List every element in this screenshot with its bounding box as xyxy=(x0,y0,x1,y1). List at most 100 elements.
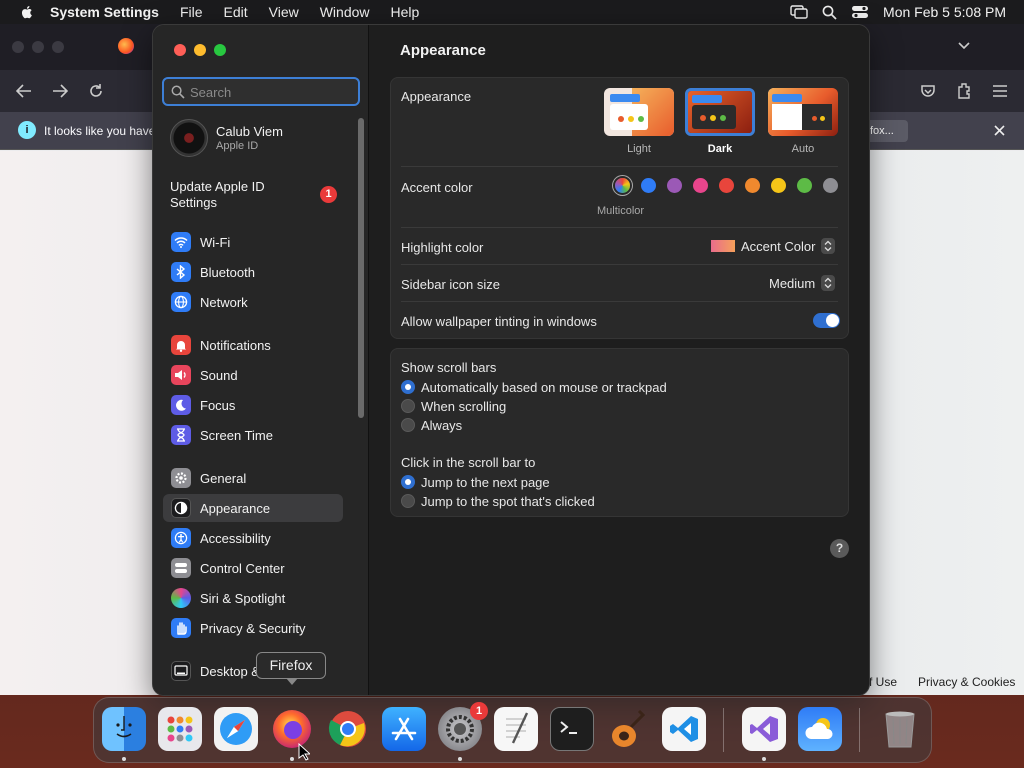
sidebar-item-bluetooth[interactable]: Bluetooth xyxy=(163,258,343,286)
menu-file[interactable]: File xyxy=(180,4,203,20)
accent-purple-swatch[interactable] xyxy=(667,178,682,193)
minimize-window-button[interactable] xyxy=(194,44,206,56)
dock-garageband-icon[interactable] xyxy=(606,707,650,751)
search-input[interactable] xyxy=(190,83,350,101)
control-center-menu-icon[interactable] xyxy=(851,5,869,19)
dock: 1 xyxy=(93,697,932,763)
forward-arrow-icon[interactable] xyxy=(52,84,68,98)
screen-mirroring-icon[interactable] xyxy=(790,5,808,19)
sidebar-item-focus[interactable]: Focus xyxy=(163,391,343,419)
scroll-auto-label[interactable]: Automatically based on mouse or trackpad xyxy=(421,380,667,395)
globe-icon xyxy=(171,292,191,312)
speaker-icon xyxy=(171,365,191,385)
sidebar-item-siri-spotlight[interactable]: Siri & Spotlight xyxy=(163,584,343,612)
scroll-auto-radio[interactable] xyxy=(401,380,415,394)
stepper-arrows-icon xyxy=(821,238,836,254)
dock-trash-icon[interactable] xyxy=(878,707,922,751)
accent-graphite-swatch[interactable] xyxy=(823,178,838,193)
scroll-bar-settings-group: Show scroll bars Automatically based on … xyxy=(390,348,849,517)
sidebar-item-accessibility[interactable]: Accessibility xyxy=(163,524,343,552)
scroll-always-label[interactable]: Always xyxy=(421,418,462,433)
click-spot-radio[interactable] xyxy=(401,494,415,508)
click-spot-label[interactable]: Jump to the spot that's clicked xyxy=(421,494,595,509)
menu-app-name[interactable]: System Settings xyxy=(50,4,159,20)
update-badge: 1 xyxy=(320,186,337,203)
appearance-auto-option[interactable] xyxy=(768,88,838,136)
page-title: Appearance xyxy=(400,42,486,59)
close-icon[interactable] xyxy=(994,125,1005,136)
accent-green-swatch[interactable] xyxy=(797,178,812,193)
system-settings-badge: 1 xyxy=(470,702,488,720)
highlight-swatch xyxy=(711,240,735,252)
dock-weather-icon[interactable] xyxy=(798,707,842,751)
menu-help[interactable]: Help xyxy=(391,4,420,20)
appearance-light-option[interactable] xyxy=(604,88,674,136)
dock-textedit-icon[interactable] xyxy=(494,707,538,751)
dock-finder-icon[interactable] xyxy=(102,707,146,751)
back-arrow-icon[interactable] xyxy=(16,84,32,98)
dock-chrome-icon[interactable] xyxy=(326,707,370,751)
update-apple-id-item[interactable]: Update Apple ID Settings xyxy=(170,179,310,211)
sidebar-item-sound[interactable]: Sound xyxy=(163,361,343,389)
search-field[interactable] xyxy=(162,77,360,106)
sidebar-scrollbar[interactable] xyxy=(358,118,364,418)
menu-window[interactable]: Window xyxy=(320,4,370,20)
pocket-icon[interactable] xyxy=(920,83,936,99)
sidebar-item-control-center[interactable]: Control Center xyxy=(163,554,343,582)
reload-icon[interactable] xyxy=(88,83,104,99)
bell-icon xyxy=(171,335,191,355)
window-controls-inactive xyxy=(12,41,64,53)
hamburger-menu-icon[interactable] xyxy=(992,84,1008,98)
accent-red-swatch[interactable] xyxy=(719,178,734,193)
extensions-icon[interactable] xyxy=(956,82,972,100)
avatar[interactable] xyxy=(170,119,208,157)
chevron-down-icon[interactable] xyxy=(957,41,971,51)
sidebar-item-notifications[interactable]: Notifications xyxy=(163,331,343,359)
dock-visual-studio-icon[interactable] xyxy=(742,707,786,751)
sidebar-item-appearance[interactable]: Appearance xyxy=(163,494,343,522)
accent-blue-swatch[interactable] xyxy=(641,178,656,193)
menu-bar: System Settings File Edit View Window He… xyxy=(0,0,1024,24)
divider xyxy=(401,264,838,265)
dock-vscode-icon[interactable] xyxy=(662,707,706,751)
menu-view[interactable]: View xyxy=(269,4,299,20)
dock-app-store-icon[interactable] xyxy=(382,707,426,751)
spotlight-search-icon[interactable] xyxy=(822,5,837,20)
dock-safari-icon[interactable] xyxy=(214,707,258,751)
dock-terminal-icon[interactable] xyxy=(550,707,594,751)
wallpaper-tinting-toggle[interactable] xyxy=(813,313,840,328)
appearance-dark-option[interactable] xyxy=(685,88,755,136)
footer-link-terms[interactable]: f Use xyxy=(869,675,897,689)
menu-clock[interactable]: Mon Feb 5 5:08 PM xyxy=(883,4,1006,20)
zoom-window-button[interactable] xyxy=(214,44,226,56)
sidebar-item-wifi[interactable]: Wi-Fi xyxy=(163,228,343,256)
accent-yellow-swatch[interactable] xyxy=(771,178,786,193)
click-next-page-label[interactable]: Jump to the next page xyxy=(421,475,550,490)
sidebar-item-general[interactable]: General xyxy=(163,464,343,492)
hourglass-icon xyxy=(171,425,191,445)
accent-multicolor-swatch[interactable] xyxy=(615,178,630,193)
sidebar-item-screen-time[interactable]: Screen Time xyxy=(163,421,343,449)
footer-link-privacy[interactable]: Privacy & Cookies xyxy=(918,675,1015,689)
account-name[interactable]: Calub Viem xyxy=(216,124,283,139)
close-window-button[interactable] xyxy=(174,44,186,56)
apple-menu-icon[interactable] xyxy=(18,3,36,21)
dock-separator xyxy=(723,708,724,752)
firefox-tab-icon[interactable] xyxy=(118,38,134,54)
accent-orange-swatch[interactable] xyxy=(745,178,760,193)
help-button[interactable]: ? xyxy=(830,539,849,558)
sidebar-item-network[interactable]: Network xyxy=(163,288,343,316)
scroll-when-scrolling-radio[interactable] xyxy=(401,399,415,413)
highlight-color-popup[interactable]: Accent Color xyxy=(711,238,836,254)
gear-icon xyxy=(171,468,191,488)
scroll-when-scrolling-label[interactable]: When scrolling xyxy=(421,399,506,414)
menu-edit[interactable]: Edit xyxy=(224,4,248,20)
scroll-always-radio[interactable] xyxy=(401,418,415,432)
click-next-page-radio[interactable] xyxy=(401,475,415,489)
sidebar-item-privacy-security[interactable]: Privacy & Security xyxy=(163,614,343,642)
click-scroll-bar-label: Click in the scroll bar to xyxy=(401,455,536,470)
dock-launchpad-icon[interactable] xyxy=(158,707,202,751)
sidebar-icon-size-label: Sidebar icon size xyxy=(401,277,500,292)
sidebar-icon-size-popup[interactable]: Medium xyxy=(769,275,836,291)
accent-pink-swatch[interactable] xyxy=(693,178,708,193)
